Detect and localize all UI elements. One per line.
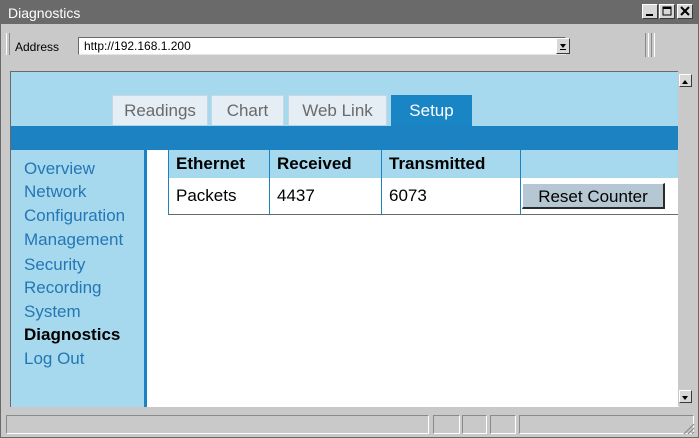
diagnostics-table: Ethernet Received Transmitted Packets 44…: [168, 150, 679, 215]
transmitted-count: 6073: [381, 178, 521, 215]
column-header-ethernet: Ethernet: [168, 150, 270, 178]
tab-setup[interactable]: Setup: [391, 95, 472, 126]
column-header-received: Received: [269, 150, 382, 178]
row-label: Packets: [168, 178, 270, 215]
close-icon: [680, 6, 690, 16]
table-header-row: Ethernet Received Transmitted: [168, 150, 679, 178]
maximize-button[interactable]: [659, 4, 675, 19]
resize-grip-icon[interactable]: [681, 421, 695, 435]
reset-counter-button[interactable]: Reset Counter: [522, 183, 665, 209]
address-input[interactable]: http://192.168.1.200: [78, 37, 566, 55]
toolbar-grip: [6, 33, 10, 55]
status-panel: [433, 415, 460, 434]
address-url: http://192.168.1.200: [84, 39, 191, 53]
maximize-icon: [662, 6, 672, 16]
title-bar: Diagnostics: [1, 1, 698, 24]
status-panel: [462, 415, 487, 434]
sidebar-item-system[interactable]: System: [24, 302, 81, 322]
vertical-scrollbar[interactable]: [678, 71, 694, 406]
page-viewport: Readings Chart Web Link Setup Overview N…: [10, 71, 679, 407]
status-panel-zone: [519, 415, 694, 434]
tab-chart[interactable]: Chart: [211, 95, 284, 125]
status-panel: [490, 415, 516, 434]
tab-band: Readings Chart Web Link Setup: [11, 72, 679, 126]
tab-web-link[interactable]: Web Link: [288, 95, 387, 125]
close-button[interactable]: [677, 4, 693, 19]
sidebar-item-security[interactable]: Security: [24, 255, 85, 275]
sidebar: Overview Network Configuration Managemen…: [11, 150, 147, 407]
browser-window: Diagnostics Address http://192.168.1.200…: [0, 0, 699, 438]
status-bar: [1, 411, 698, 437]
sidebar-item-overview[interactable]: Overview: [24, 159, 95, 179]
sidebar-item-network[interactable]: Network: [24, 182, 86, 202]
sidebar-item-log-out[interactable]: Log Out: [24, 349, 85, 369]
column-header-action: [520, 150, 679, 178]
address-dropdown-button[interactable]: [556, 38, 570, 54]
scroll-up-button[interactable]: [679, 74, 692, 87]
toolbar-separator: [651, 33, 655, 57]
scroll-down-button[interactable]: [679, 390, 692, 403]
tab-readings[interactable]: Readings: [112, 95, 208, 125]
table-row: Packets 4437 6073 Reset Counter: [168, 178, 679, 215]
chevron-down-icon: [560, 44, 566, 50]
toolbar-separator: [645, 33, 649, 57]
sidebar-item-diagnostics[interactable]: Diagnostics: [24, 325, 120, 345]
tab-underline-band: [11, 126, 679, 150]
window-title: Diagnostics: [8, 5, 81, 21]
sidebar-item-management[interactable]: Management: [24, 230, 123, 250]
minimize-button[interactable]: [642, 4, 658, 19]
minimize-icon: [646, 14, 653, 16]
arrow-down-icon: [682, 396, 688, 400]
sidebar-item-recording[interactable]: Recording: [24, 278, 102, 298]
address-label: Address: [15, 40, 60, 54]
action-cell: Reset Counter: [520, 178, 679, 215]
address-bar: Address http://192.168.1.200: [1, 24, 698, 66]
status-panel-main: [6, 415, 429, 434]
column-header-transmitted: Transmitted: [381, 150, 521, 178]
received-count: 4437: [269, 178, 382, 215]
sidebar-item-configuration[interactable]: Configuration: [24, 206, 125, 226]
arrow-up-icon: [682, 80, 688, 84]
